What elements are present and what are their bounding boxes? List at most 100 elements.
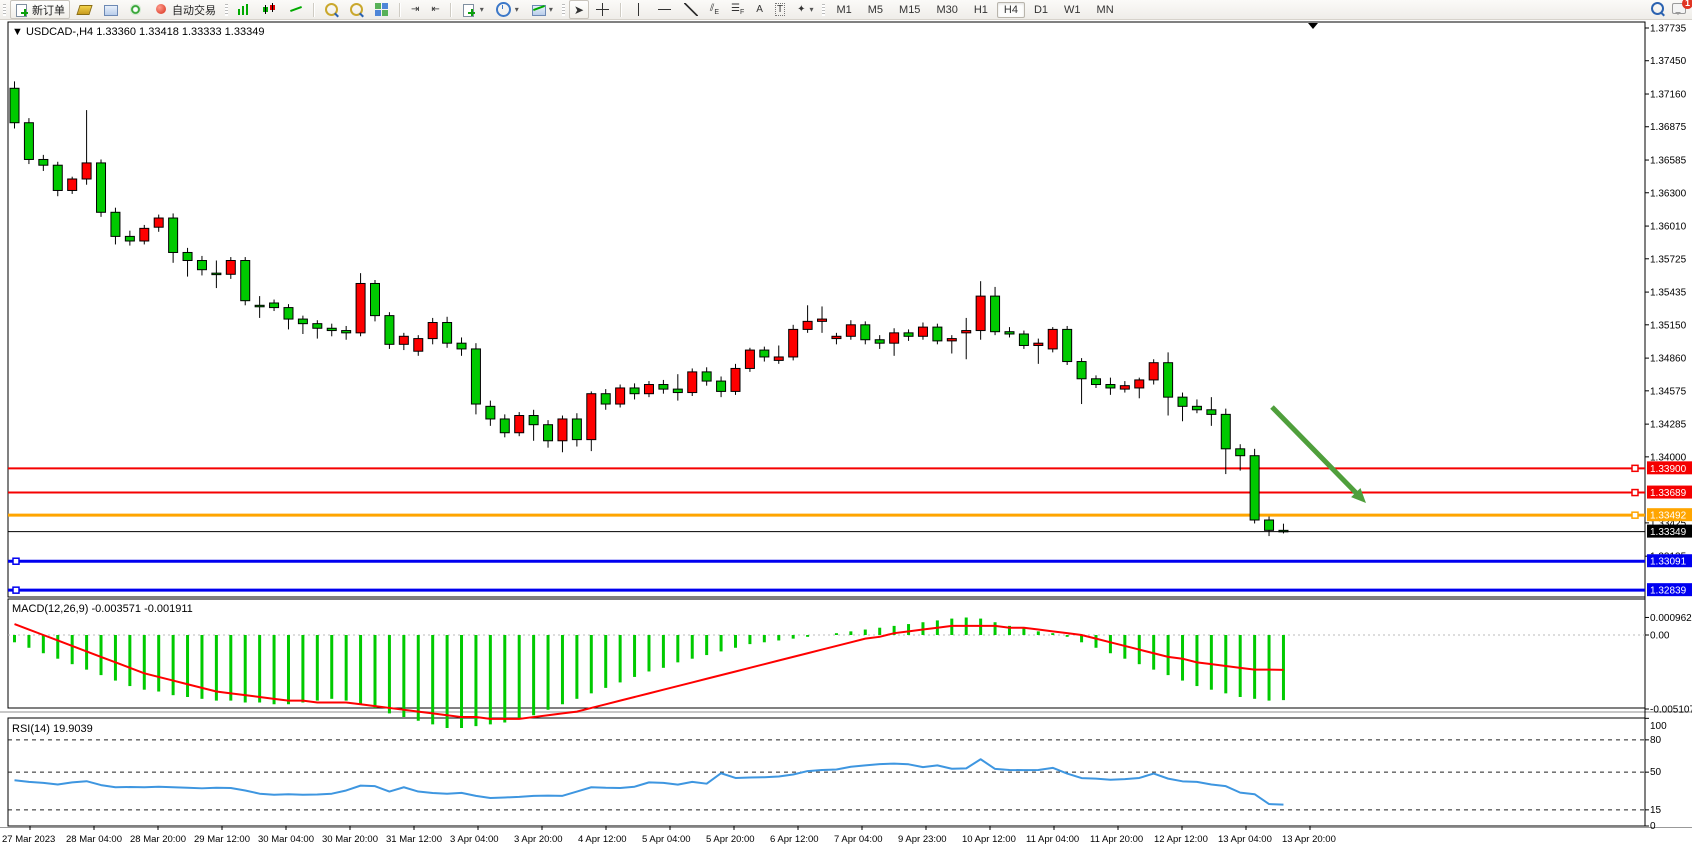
chat-button[interactable]: 1 [1672,3,1686,17]
time-axis-label: 13 Apr 20:00 [1282,834,1336,845]
candle-body [1207,410,1216,415]
candlestick-chart-button[interactable] [258,0,282,19]
candlestick-chart-icon [263,3,277,16]
time-axis-label: 30 Mar 04:00 [258,834,314,845]
chart-shift-icon: ⇤ [431,4,439,15]
macd-label: MACD(12,26,9) -0.003571 -0.001911 [12,603,193,615]
zoom-out-button[interactable] [345,0,368,19]
time-axis-label: 27 Mar 2023 [2,834,55,845]
time-axis-label: 28 Mar 20:00 [130,834,186,845]
bar-chart-button[interactable] [232,0,256,19]
arrows-button[interactable]: ✦▾ [792,0,818,19]
rsi-label: RSI(14) 19.9039 [12,723,93,735]
timeframe-bar: M1M5M15M30H1H4D1W1MN [828,4,1121,16]
macd-axis-label: -0.005107 [1650,705,1692,716]
time-axis-label: 6 Apr 12:00 [770,834,819,845]
macd-axis-label: 0.000962 [1650,613,1692,624]
panel-splitter[interactable] [0,827,1692,828]
crosshair-icon [596,3,610,16]
candle-body [399,336,408,344]
time-axis-label: 3 Apr 20:00 [514,834,563,845]
candle-body [1192,406,1201,409]
price-chart[interactable]: 1.377351.374501.371601.368751.365851.363… [0,20,1692,846]
toolbar-grip[interactable] [3,4,6,16]
line-chart-button[interactable] [284,0,308,19]
tile-windows-button[interactable] [370,0,394,19]
level-line-handle[interactable] [13,558,19,564]
channel-button[interactable]: ⫽E [705,0,724,19]
cursor-button[interactable]: ➤ [569,0,589,19]
price-tick-label: 1.37450 [1650,56,1687,67]
crosshair-button[interactable] [591,0,615,19]
candle-body [717,381,726,391]
time-axis-label: 13 Apr 04:00 [1218,834,1272,845]
candle-body [774,357,783,360]
candle-body [284,308,293,319]
horizontal-line-button[interactable] [653,0,677,19]
candle-body [457,343,466,349]
timeframe-m5[interactable]: M5 [861,2,890,18]
price-tick-label: 1.35150 [1650,320,1687,331]
trendline-button[interactable] [679,0,703,19]
panel-splitter[interactable] [0,711,1692,713]
timeframe-m1[interactable]: M1 [829,2,858,18]
timeframe-d1[interactable]: D1 [1027,2,1055,18]
time-axis-label: 5 Apr 04:00 [642,834,691,845]
fibonacci-button[interactable]: ☰F [726,0,749,19]
text-button[interactable]: A [751,0,768,19]
timeframe-mn[interactable]: MN [1090,2,1121,18]
candle-body [24,123,33,160]
candle-body [846,325,855,336]
candle-body [356,283,365,332]
bid-price-label: 1.33349 [1650,527,1687,538]
auto-scroll-button[interactable]: ⇥ [406,0,424,19]
autotrading-button[interactable]: 自动交易 [150,0,221,19]
signals-button[interactable] [124,0,148,19]
candle-body [471,349,480,404]
candle-body [10,88,19,122]
periods-icon [496,2,511,17]
templates-button[interactable]: ▾ [526,0,558,19]
new-order-label: 新订单 [32,2,65,18]
price-tick-label: 1.36585 [1650,156,1687,167]
candle-body [327,328,336,330]
label-button[interactable]: T [770,0,790,19]
candle-body [342,331,351,333]
price-tick-label: 1.36010 [1650,222,1687,233]
candle-body [933,327,942,341]
candle-body [1221,414,1230,448]
timeframe-w1[interactable]: W1 [1057,2,1088,18]
timeframe-m30[interactable]: M30 [929,2,964,18]
level-price-label: 1.33091 [1650,557,1687,568]
candle-body [414,339,423,352]
timeframe-h4[interactable]: H4 [997,2,1025,18]
candle-body [947,339,956,341]
zoom-in-button[interactable] [320,0,343,19]
chart-window[interactable]: 1.377351.374501.371601.368751.365851.363… [0,20,1692,846]
candle-body [1019,334,1028,345]
market-watch-button[interactable] [72,0,96,19]
search-button[interactable] [1651,2,1664,18]
level-line-handle[interactable] [1632,465,1638,471]
level-line-handle[interactable] [1632,490,1638,496]
candle-body [82,163,91,179]
level-price-label: 1.33900 [1650,464,1687,475]
level-line-handle[interactable] [1632,512,1638,518]
candle-body [1063,329,1072,361]
level-line-handle[interactable] [13,587,19,593]
search-icon [1651,2,1664,15]
data-window-button[interactable] [98,0,122,19]
timeframe-m15[interactable]: M15 [892,2,927,18]
indicators-button[interactable]: ▾ [457,0,489,19]
new-order-button[interactable]: 新订单 [10,0,70,19]
auto-scroll-icon: ⇥ [411,4,419,15]
text-icon: A [756,4,763,15]
periods-button[interactable]: ▾ [491,0,524,19]
vertical-line-button[interactable] [627,0,651,19]
timeframe-h1[interactable]: H1 [967,2,995,18]
channel-icon: ⫽E [710,3,719,16]
fibonacci-icon: ☰F [731,3,744,16]
price-tick-label: 1.35725 [1650,254,1687,265]
candle-body [97,163,106,212]
chart-shift-button[interactable]: ⇤ [426,0,444,19]
